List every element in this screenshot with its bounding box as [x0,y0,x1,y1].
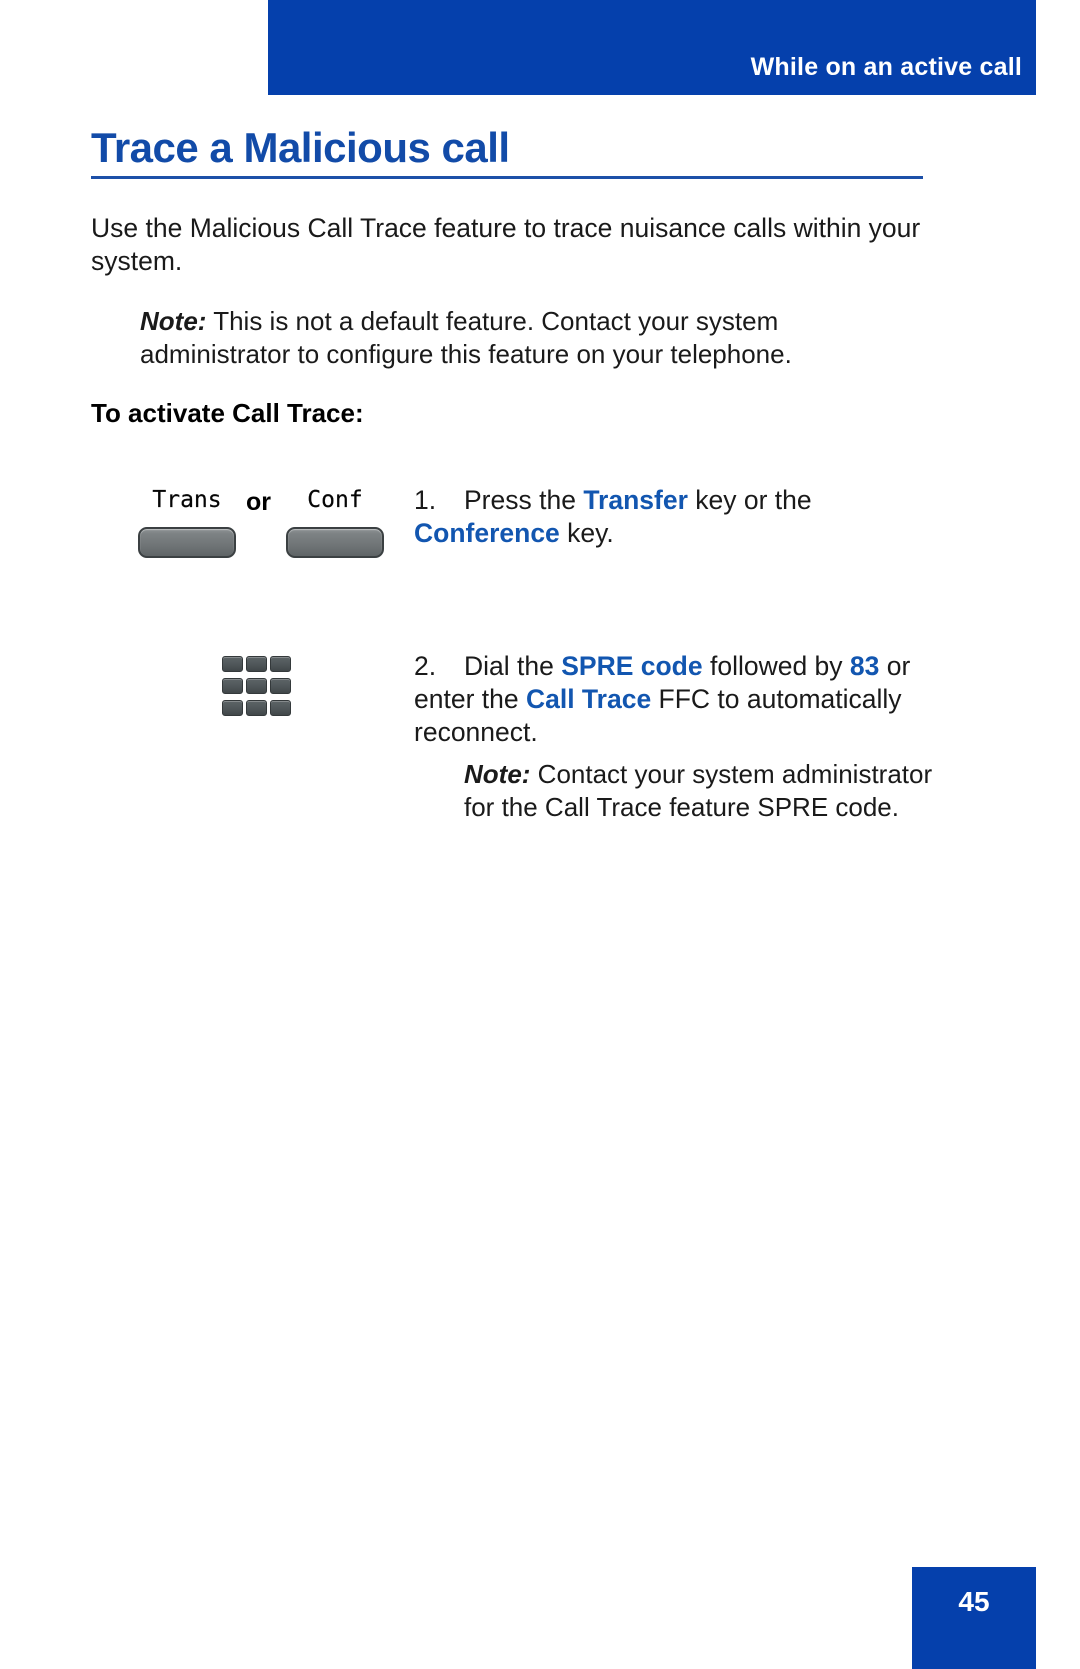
step-2-body: Dial the SPRE code followed by 83 or ent… [414,651,910,747]
or-separator-label: or [246,488,271,516]
running-header-title: While on an active call [750,53,1022,81]
dial-pad-key [246,678,267,694]
step-1: 1. Press the Transfer key or the Confere… [414,484,944,550]
note-label: Note: [140,306,207,336]
page-number: 45 [958,1586,990,1617]
dial-pad-key [246,700,267,716]
step-2-text-part-2: followed by [702,651,850,681]
header-banner: While on an active call [268,0,1036,95]
step-2-text-part-1: Dial the [464,651,562,681]
step-1-text-part-2: key or the [687,485,812,515]
document-page: { "header": { "running_title": "While on… [0,0,1080,1669]
step-1-body: Press the Transfer key or the Conference… [414,485,812,548]
note-text: Contact your system administrator for th… [464,759,933,822]
dial-pad-icon [222,656,291,722]
dial-pad-key [270,678,291,694]
dial-pad-key [222,700,243,716]
trans-key-label: Trans [152,487,222,513]
step-2-highlight-83: 83 [849,651,880,681]
dial-pad-key [246,656,267,672]
step-2-highlight-spre-code: SPRE code [561,651,703,681]
conf-key-cap-icon [286,527,384,558]
section-heading-activate-call-trace: To activate Call Trace: [91,398,364,428]
step-1-highlight-conference: Conference [414,518,560,548]
trans-key-cap-icon [138,527,236,558]
note-block-primary: Note: This is not a default feature. Con… [140,305,930,371]
step-1-text-part-3: key. [559,518,614,548]
step-2-number: 2. [414,651,437,681]
dial-pad-key [270,700,291,716]
intro-paragraph: Use the Malicious Call Trace feature to … [91,213,921,276]
conf-key-label: Conf [307,487,363,513]
soft-key-figure: Trans or Conf [137,487,387,592]
dial-pad-key [222,678,243,694]
conference-key-illustration: Conf [285,487,385,558]
transfer-key-illustration: Trans [137,487,237,558]
page-number-box: 45 [912,1567,1036,1669]
note-block-secondary: Note: Contact your system administrator … [464,758,934,824]
dial-pad-key [222,656,243,672]
step-1-highlight-transfer: Transfer [583,485,688,515]
note-text: This is not a default feature. Contact y… [140,306,792,369]
step-1-text-part-1: Press the [464,485,584,515]
note-label: Note: [464,759,531,789]
step-1-number: 1. [414,485,437,515]
dial-pad-key [270,656,291,672]
step-2: 2. Dial the SPRE code followed by 83 or … [414,650,944,749]
page-title: Trace a Malicious call [91,124,510,171]
title-underline-rule [91,176,923,179]
step-2-highlight-call-trace: Call Trace [525,684,652,714]
